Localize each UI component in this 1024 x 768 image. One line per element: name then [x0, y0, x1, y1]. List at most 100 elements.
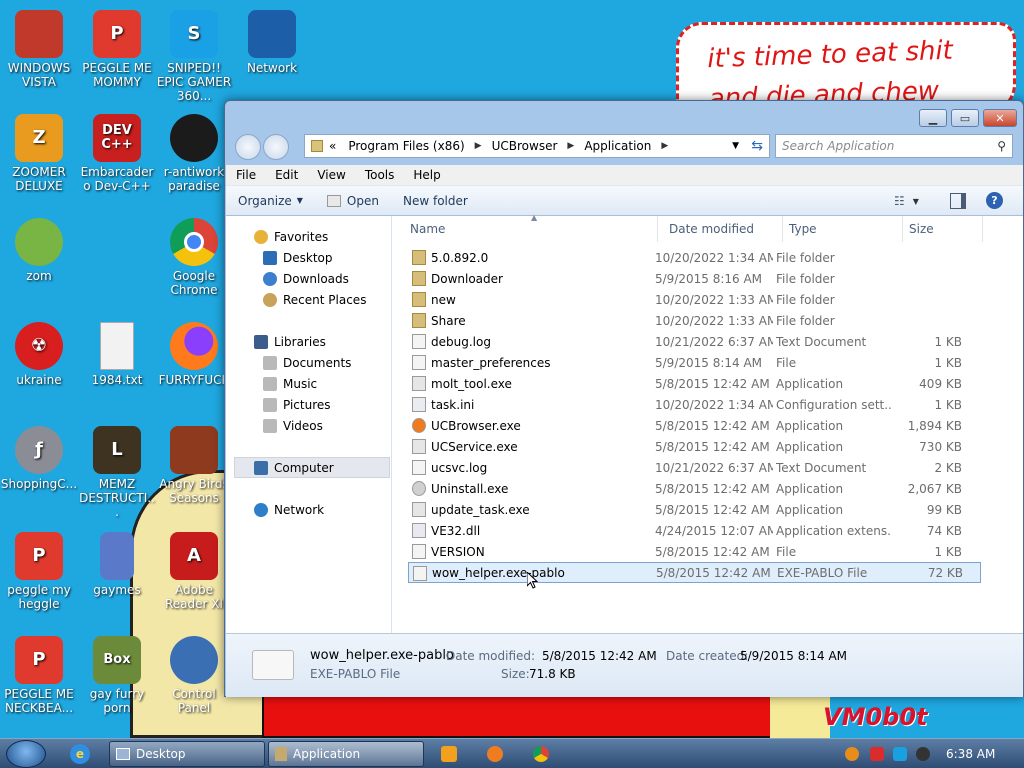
nav-recent-places[interactable]: Recent Places [263, 289, 366, 310]
taskbar-button-application[interactable]: Application [268, 741, 424, 767]
file-row[interactable]: VERSION 5/8/2015 12:42 AM File 1 KB [408, 541, 981, 562]
address-dropdown-icon[interactable]: ▼ [732, 141, 739, 151]
nav-music[interactable]: Music [263, 373, 317, 394]
nav-favorites[interactable]: Favorites [254, 226, 328, 247]
column-header-date[interactable]: Date modified [663, 216, 783, 242]
desktop-icon-1984-txt[interactable]: 1984.txt [78, 322, 156, 387]
desktop-icon-antiwork[interactable]: r-antiwork paradise [155, 114, 233, 193]
column-header-name[interactable]: Name [404, 216, 658, 242]
close-button[interactable]: ✕ [983, 109, 1017, 127]
nav-pictures[interactable]: Pictures [263, 394, 331, 415]
file-row[interactable]: Share 10/20/2022 1:33 AM File folder [408, 310, 981, 331]
file-row[interactable]: Uninstall.exe 5/8/2015 12:42 AM Applicatio… [408, 478, 981, 499]
ucbrowser-taskbar-icon[interactable] [487, 746, 503, 762]
file-row[interactable]: UCService.exe 5/8/2015 12:42 AM Applicatio… [408, 436, 981, 457]
desktop-icon-peggle-my-heggle[interactable]: Ppeggle my heggle [0, 532, 78, 611]
change-view-button[interactable]: ☷ ▼ [894, 193, 930, 209]
taskbar-clock[interactable]: 6:38 AM [946, 747, 995, 761]
desktop-icon-angry-birds[interactable]: Angry Birds Seasons [155, 426, 233, 505]
menu-help[interactable]: Help [403, 168, 449, 182]
breadcrumb-chevron-icon[interactable]: ▶ [657, 141, 672, 151]
chrome-taskbar-icon[interactable] [533, 746, 549, 762]
file-row[interactable]: ucsvc.log 10/21/2022 6:37 AM Text Document… [408, 457, 981, 478]
file-row[interactable]: update_task.exe 5/8/2015 12:42 AM Applicat… [408, 499, 981, 520]
desktop-icon-zom[interactable]: zom [0, 218, 78, 283]
desktop-icon-peggle-me-mommy[interactable]: P PEGGLE ME MOMMY [78, 10, 156, 89]
ie-quicklaunch[interactable]: e [70, 744, 90, 764]
desktop-icon-memz[interactable]: L MEMZ DESTRUCTI... [78, 426, 156, 519]
breadcrumb-item[interactable]: Application [578, 139, 657, 153]
tray-search-icon[interactable] [845, 747, 859, 761]
file-row[interactable]: molt_tool.exe 5/8/2015 12:42 AM Applicatio… [408, 373, 981, 394]
file-row[interactable]: task.ini 10/20/2022 1:34 AM Configuration … [408, 394, 981, 415]
forward-button[interactable] [263, 134, 289, 160]
new-folder-button[interactable]: New folder [391, 194, 480, 208]
preview-pane-button[interactable] [950, 193, 966, 209]
nav-downloads[interactable]: Downloads [263, 268, 349, 289]
refresh-icon[interactable]: ⇆ [751, 138, 763, 154]
file-date-modified: 10/20/2022 1:34 AM [655, 397, 773, 412]
breadcrumb-item[interactable]: UCBrowser [486, 139, 564, 153]
maximize-icon: ▭ [959, 111, 971, 125]
desktop-icon-label: r-antiwork paradise [163, 165, 225, 193]
navigation-pane: Favorites Desktop Downloads Recent Place… [226, 216, 392, 633]
desktop-icon-adobe-reader[interactable]: A Adobe Reader XI [155, 532, 233, 611]
file-row[interactable]: master_preferences 5/9/2015 8:14 AM File 1 … [408, 352, 981, 373]
desktop-icon-ukraine[interactable]: ☢ ukraine [0, 322, 78, 387]
file-type: File [776, 544, 797, 559]
help-button[interactable]: ? [986, 192, 1003, 209]
tray-volume-icon[interactable] [916, 747, 930, 761]
search-input[interactable]: Search Application ⚲ [775, 134, 1013, 158]
desktop-icon-windows-vista[interactable]: WINDOWS VISTA [0, 10, 78, 89]
nav-desktop[interactable]: Desktop [263, 247, 333, 268]
file-row[interactable]: 5.0.892.0 10/20/2022 1:34 AM File folder [408, 247, 981, 268]
media-player-taskbar-icon[interactable] [441, 746, 457, 762]
column-header-size[interactable]: Size [903, 216, 983, 242]
desktop-icon-gay-furry-porn[interactable]: Box gay furry porn [78, 636, 156, 715]
desktop-icon-zoomer-deluxe[interactable]: Z ZOOMER DELUXE [0, 114, 78, 193]
open-button[interactable]: Open [315, 194, 391, 208]
breadcrumb-overflow[interactable]: « [323, 139, 342, 153]
desktop-icon-gaymes[interactable]: gaymes [78, 532, 156, 597]
back-button[interactable] [235, 134, 261, 160]
taskbar-button-desktop[interactable]: Desktop [109, 741, 265, 767]
minimize-button[interactable]: ▁ [919, 109, 947, 127]
address-bar[interactable]: « Program Files (x86) ▶ UCBrowser ▶ Appl… [304, 134, 770, 158]
file-size: 74 KB [926, 523, 962, 538]
desktop-icon-control-panel[interactable]: Control Panel [155, 636, 233, 715]
breadcrumb-item[interactable]: Program Files (x86) [342, 139, 470, 153]
tray-flag-icon[interactable] [870, 747, 884, 761]
desktop-icon-furryfuck[interactable]: FURRYFUCK [155, 322, 233, 387]
new-folder-label: New folder [402, 193, 468, 208]
file-row[interactable]: new 10/20/2022 1:33 AM File folder [408, 289, 981, 310]
window-titlebar[interactable]: ▁ ▭ ✕ [225, 101, 1023, 131]
nav-network[interactable]: Network [254, 499, 324, 520]
nav-libraries[interactable]: Libraries [254, 331, 326, 352]
file-row[interactable]: VE32.dll 4/24/2015 12:07 AM Application ex… [408, 520, 981, 541]
menu-view[interactable]: View [307, 168, 354, 182]
file-row[interactable]: UCBrowser.exe 5/8/2015 12:42 AM Applicatio… [408, 415, 981, 436]
nav-computer[interactable]: Computer [234, 457, 390, 478]
file-type: Application [776, 439, 844, 454]
desktop-icon-network[interactable]: Network [233, 10, 311, 75]
desktop-icon-sniped[interactable]: S SNIPED!! EPIC GAMER 360... [155, 10, 233, 103]
menu-tools[interactable]: Tools [355, 168, 404, 182]
column-header-type[interactable]: Type [783, 216, 903, 242]
start-button[interactable] [6, 740, 46, 768]
file-row[interactable]: debug.log 10/21/2022 6:37 AM Text Document… [408, 331, 981, 352]
file-row[interactable]: wow_helper.exe-pablo 5/8/2015 12:42 AM EXE… [408, 562, 981, 583]
maximize-button[interactable]: ▭ [951, 109, 979, 127]
desktop-icon-peggle-me-neckbea[interactable]: P PEGGLE ME NECKBEA... [0, 636, 78, 715]
breadcrumb-chevron-icon[interactable]: ▶ [471, 141, 486, 151]
file-row[interactable]: Downloader 5/9/2015 8:16 AM File folder [408, 268, 981, 289]
nav-documents[interactable]: Documents [263, 352, 351, 373]
organize-button[interactable]: Organize ▼ [226, 194, 315, 208]
breadcrumb-chevron-icon[interactable]: ▶ [563, 141, 578, 151]
tray-monitor-icon[interactable] [893, 747, 907, 761]
desktop-icon-shoppingc[interactable]: ƒ ShoppingC... [0, 426, 78, 491]
nav-videos[interactable]: Videos [263, 415, 323, 436]
desktop-icon-devcpp[interactable]: DEV C++ Embarcadero Dev-C++ [78, 114, 156, 193]
desktop-icon-google-chrome[interactable]: Google Chrome [155, 218, 233, 297]
menu-edit[interactable]: Edit [265, 168, 307, 182]
menu-file[interactable]: File [226, 168, 265, 182]
